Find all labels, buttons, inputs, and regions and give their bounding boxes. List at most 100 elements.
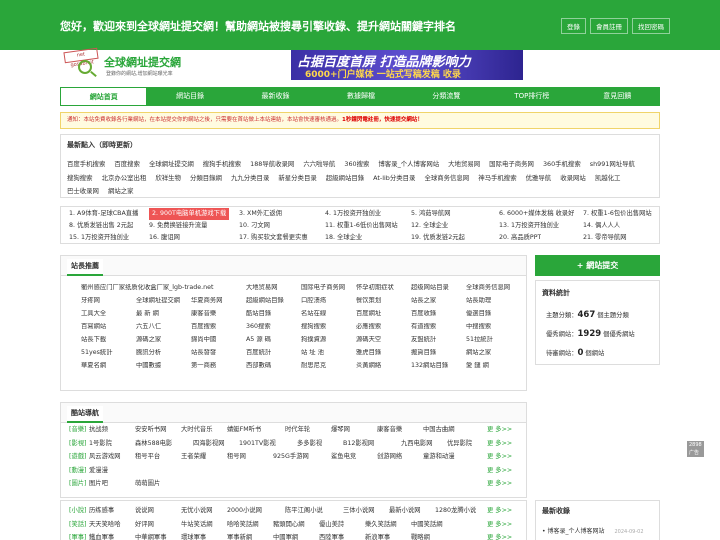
recommended-site-link[interactable]: 源碼天空 [356,336,411,344]
latest-link[interactable]: 分類目錄網 [190,174,222,182]
recommended-site-link[interactable]: 有道搜索 [411,323,466,331]
rank-item[interactable]: 2. 900T电脑单机游戏下载 [149,208,230,220]
recommended-site-link[interactable]: 第一商務 [191,362,246,370]
recommended-site-link[interactable]: 全球網址提交網 [136,297,191,305]
latest-link[interactable]: 六六啦导航 [303,160,335,168]
recommended-site-link[interactable]: 全球商务信息网 [466,284,521,292]
more-link[interactable]: 更 多>> [487,477,512,491]
category-link[interactable]: 时代年轮 [285,423,331,437]
latest-link[interactable]: 百度搜索 [114,160,140,168]
recommended-site-link[interactable]: 132網站目錄 [411,362,466,370]
recommended-site-link[interactable]: 51yes統計 [81,349,136,357]
rank-item[interactable]: 17. 购买软文套餐更实惠 [239,232,308,244]
recommended-site-link[interactable]: 牙疼网 [81,297,136,305]
recommended-site-link[interactable]: 炎黃網絡 [356,362,411,370]
recommended-site-link[interactable]: 大地贸易网 [246,284,301,292]
recommended-site-link[interactable]: 国际电子商务网 [301,284,356,292]
category-label[interactable]: [笑話] [69,518,89,532]
recommended-site-link[interactable]: 站 址 池 [301,349,356,357]
latest-link[interactable]: 百度手机搜索 [67,160,105,168]
recommended-site-link[interactable]: 名站在線 [301,310,356,318]
category-link[interactable]: 1号影院 [89,437,135,451]
login-button[interactable]: 登錄 [561,18,586,34]
rank-item[interactable]: 9. 免费换链接升流量 [149,220,207,232]
recommended-site-link[interactable]: 錦尚中國 [191,336,246,344]
latest-link[interactable]: 360手机搜索 [543,160,581,168]
latest-link[interactable]: 神马手机搜索 [478,174,516,182]
latest-link[interactable]: 超級網站目錄 [326,174,364,182]
category-link[interactable]: 2000小说网 [227,504,285,518]
recommended-site-link[interactable]: 站長下載 [81,336,136,344]
latest-link[interactable]: 全球商务信息网 [424,174,469,182]
nav-item[interactable]: TOP排行榜 [489,87,574,106]
recommended-site-link[interactable]: 百度統計 [246,349,301,357]
recommended-site-link[interactable]: A5 源 碼 [246,336,301,344]
category-link[interactable]: 環球軍事 [181,531,227,540]
recommended-site-link[interactable]: 中搜搜索 [466,323,521,331]
category-label[interactable]: [音樂] [69,423,89,437]
recommended-site-link[interactable]: 工具大全 [81,310,136,318]
latest-link[interactable]: 搜狗手机搜索 [203,160,241,168]
category-link[interactable]: 说说网 [135,504,181,518]
category-link[interactable]: 四海影视网 [193,437,239,451]
category-link[interactable]: 森林588电影 [135,437,193,451]
category-link[interactable]: 1280龙腾小说 [435,504,493,518]
latest-link[interactable]: sh991网址导航 [590,160,635,168]
category-link[interactable]: 天天笑哈哈 [89,518,135,532]
category-link[interactable]: 中華網軍事 [135,531,181,540]
category-label[interactable]: [軍事] [69,531,89,540]
category-link[interactable]: 軍事新網 [227,531,273,540]
rank-item[interactable]: 4. 1万投资开独创业 [325,208,381,220]
recommended-site-link[interactable]: 360搜索 [246,323,301,331]
category-link[interactable]: 王者荣耀 [181,450,227,464]
recommended-site-link[interactable]: 狗撲資源 [301,336,356,344]
latest-link[interactable]: 188导航收录网 [250,160,294,168]
latest-link[interactable]: At-lib分类目录 [373,174,415,182]
category-label[interactable]: [動漫] [69,464,89,478]
rank-item[interactable]: 6. 6000+媒体发稿 收录好 [499,208,574,220]
recommended-site-link[interactable]: 百度網址 [356,310,411,318]
recommended-site-link[interactable]: 华夏商务网 [191,297,246,305]
rank-item[interactable]: 19. 优质发链2元起 [411,232,465,244]
more-link[interactable]: 更 多>> [487,423,512,437]
category-label[interactable]: [小說] [69,504,89,518]
rank-item[interactable]: 20. 高品质PPT [499,232,541,244]
category-link[interactable]: 安安听书网 [135,423,181,437]
latest-link[interactable]: 凯越化工 [595,174,621,182]
submit-site-button[interactable]: + 網站提交 [535,255,660,276]
rank-item[interactable]: 10. 刁文网 [239,220,270,232]
site-logo[interactable]: net gosubmit 全球網址提交網 登錄你的網站,增加網站曝光率 [60,47,190,84]
category-link[interactable]: 1901TV影视 [239,437,297,451]
category-link[interactable]: 童游和动漫 [423,450,469,464]
category-link[interactable]: 创游网络 [377,450,423,464]
rank-item[interactable]: 12. 全球企业 [411,220,448,232]
rank-item[interactable]: 13. 1万投资开独创业 [499,220,559,232]
rank-item[interactable]: 14. 偶人人人 [583,220,620,232]
more-link[interactable]: 更 多>> [487,518,512,532]
recommended-site-link[interactable]: 最 新 網 [136,310,191,318]
category-link[interactable]: 樂久笑話網 [365,518,411,532]
nav-item[interactable]: 分類流覽 [404,87,489,106]
recommended-site-link[interactable]: 餐饮策划 [356,297,411,305]
recommended-site-link[interactable]: 超级网站目录 [411,284,466,292]
more-link[interactable]: 更 多>> [487,504,512,518]
recommended-site-link[interactable]: 騰訊分析 [136,349,191,357]
rank-item[interactable]: 3. XM外汇返佣 [239,208,282,220]
rank-item[interactable]: 5. 鸿茹导航网 [411,208,451,220]
latest-link[interactable]: 九九分类目录 [231,174,269,182]
recommended-site-link[interactable]: 百度收錄 [411,310,466,318]
category-link[interactable]: 最新小说网 [389,504,435,518]
nav-item[interactable]: 網站目錄 [147,87,232,106]
category-link[interactable]: 历练感事 [89,504,135,518]
category-link[interactable]: 图片吧 [89,477,135,491]
recommended-site-link[interactable]: 搜狗搜索 [301,323,356,331]
rank-item[interactable]: 8. 优质发链出售 2元起 [69,220,133,232]
rank-item[interactable]: 1. A9体育-足球CBA直播 [69,208,138,220]
more-link[interactable]: 更 多>> [487,437,512,451]
latest-link[interactable]: 收录网站 [560,174,586,182]
category-link[interactable]: 中國笑話網 [411,518,457,532]
recommended-site-link[interactable]: 愛 鏈 網 [466,362,521,370]
category-link[interactable]: 三体小说网 [343,504,389,518]
register-button[interactable]: 會員註冊 [590,18,628,34]
category-label[interactable]: [影視] [69,437,89,451]
